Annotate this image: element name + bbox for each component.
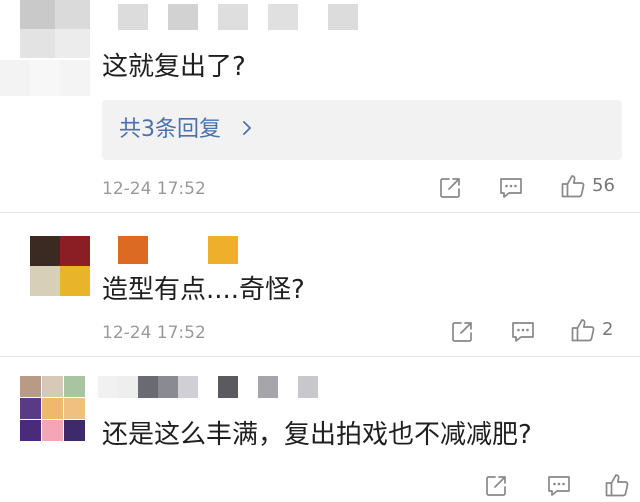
comment-button[interactable] <box>498 176 524 200</box>
username[interactable] <box>98 376 338 398</box>
comment-button[interactable] <box>546 474 572 498</box>
avatar[interactable] <box>20 376 85 441</box>
comment-text: 造型有点....奇怪? <box>102 275 305 305</box>
share-button[interactable] <box>438 176 462 200</box>
thumbs-up-icon <box>560 173 586 199</box>
comment-text: 还是这么丰满，复出拍戏也不减减肥? <box>102 420 532 450</box>
chevron-right-icon <box>242 115 252 145</box>
replies-box[interactable]: 共3条回复 <box>102 100 622 160</box>
thumbs-up-icon <box>570 317 596 343</box>
timestamp: 12-24 17:52 <box>102 323 206 343</box>
divider <box>0 212 640 213</box>
blurred-background <box>0 60 90 96</box>
comment-icon <box>498 176 524 200</box>
like-count: 2 <box>602 319 614 340</box>
divider <box>0 356 640 357</box>
avatar[interactable] <box>20 0 90 58</box>
comment-feed: 这就复出了? 共3条回复 12-24 17:52 56 造型有点....奇怪? … <box>0 0 640 502</box>
share-icon <box>484 474 508 498</box>
avatar[interactable] <box>30 236 90 296</box>
share-icon <box>438 176 462 200</box>
view-replies-link[interactable]: 共3条回复 <box>119 115 252 145</box>
comment-text: 这就复出了? <box>102 52 246 82</box>
username[interactable] <box>118 4 358 30</box>
share-button[interactable] <box>450 320 474 344</box>
replies-label: 共3条回复 <box>119 117 221 142</box>
share-icon <box>450 320 474 344</box>
timestamp: 12-24 17:52 <box>102 179 206 199</box>
like-button[interactable]: 2 <box>570 317 613 343</box>
comment-icon <box>510 320 536 344</box>
comment-button[interactable] <box>510 320 536 344</box>
username[interactable] <box>118 236 238 264</box>
like-count: 56 <box>592 175 615 196</box>
share-button[interactable] <box>484 474 508 498</box>
comment-icon <box>546 474 572 498</box>
like-button[interactable]: 56 <box>560 173 615 199</box>
like-button[interactable] <box>604 472 630 498</box>
thumbs-up-icon <box>604 472 630 498</box>
